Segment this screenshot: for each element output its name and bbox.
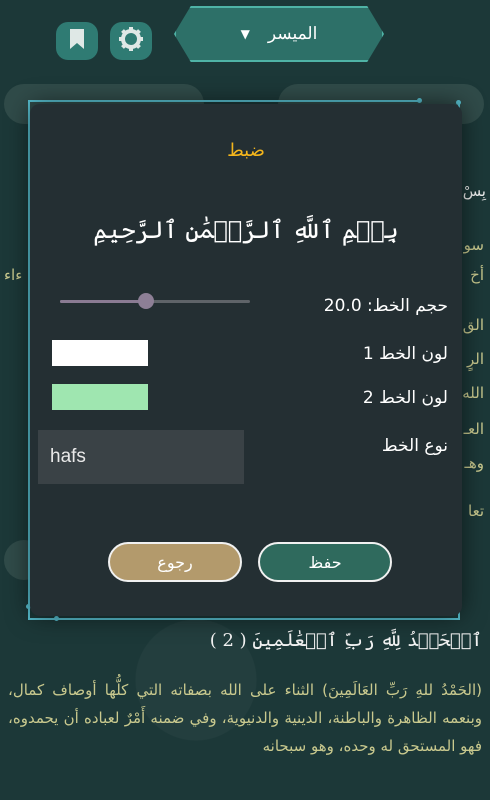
frame-bottom-line (30, 618, 458, 620)
side-fragment: بِسْ (462, 182, 486, 200)
font-color-2-label: لون الخط 2 (362, 388, 448, 408)
font-size-slider-thumb[interactable] (137, 293, 154, 309)
settings-dialog: ضبط بِسۡمِ ٱللَّهِ ٱلرَّحۡمَٰنِ ٱلرَّحِي… (30, 104, 462, 616)
side-fragment: سو (463, 236, 484, 254)
font-size-value: 20.0 (323, 296, 362, 316)
gear-icon (118, 26, 144, 56)
surah-dropdown-value: الميسر (267, 24, 318, 44)
font-size-label: حجم الخط: 20.0 (324, 296, 448, 316)
back-button[interactable]: رجوع (108, 542, 242, 582)
font-color-1-label: لون الخط 1 (362, 344, 448, 364)
side-fragment: الله (462, 384, 484, 402)
font-size-slider-fill (60, 300, 146, 303)
font-size-slider[interactable] (60, 300, 250, 303)
side-fragment: أخ (470, 266, 484, 284)
font-type-label: نوع الخط (381, 436, 448, 456)
side-fragment: تعا (468, 502, 484, 520)
side-fragment: ءاء (4, 266, 23, 284)
tafsir-text: (الحَمْدُ للهِ رَبِّ العَالَمِينَ) الثنا… (8, 681, 482, 755)
frame-corner-dot (54, 616, 59, 621)
bookmark-button[interactable] (56, 22, 98, 60)
settings-button[interactable] (110, 22, 152, 60)
surah-dropdown[interactable]: ▼ الميسر (174, 6, 384, 62)
dialog-title: ضبط (227, 140, 265, 161)
chevron-down-icon: ▼ (240, 27, 250, 41)
side-fragment: الرٍ (466, 350, 484, 368)
frame-corner-dot (417, 98, 422, 103)
verse-text: ٱلۡحَمۡدُ لِلَّهِ رَبِّ ٱلۡعَٰلَمِينَ ( … (209, 630, 482, 651)
font-preview-text: بِسۡمِ ٱللَّهِ ٱلرَّحۡمَٰنِ ٱلرَّحِيمِ (93, 216, 399, 244)
frame-top-line (28, 100, 420, 102)
font-type-field[interactable]: hafs (38, 430, 244, 484)
save-button[interactable]: حفظ (258, 542, 392, 582)
bookmark-icon (69, 28, 85, 54)
side-fragment: العـ (463, 420, 484, 438)
side-fragment: الق (462, 316, 484, 334)
font-color-1-swatch[interactable] (52, 340, 148, 366)
font-size-label-text: حجم الخط: (367, 296, 448, 316)
side-fragment: وهـ (464, 454, 484, 472)
font-color-2-swatch[interactable] (52, 384, 148, 410)
